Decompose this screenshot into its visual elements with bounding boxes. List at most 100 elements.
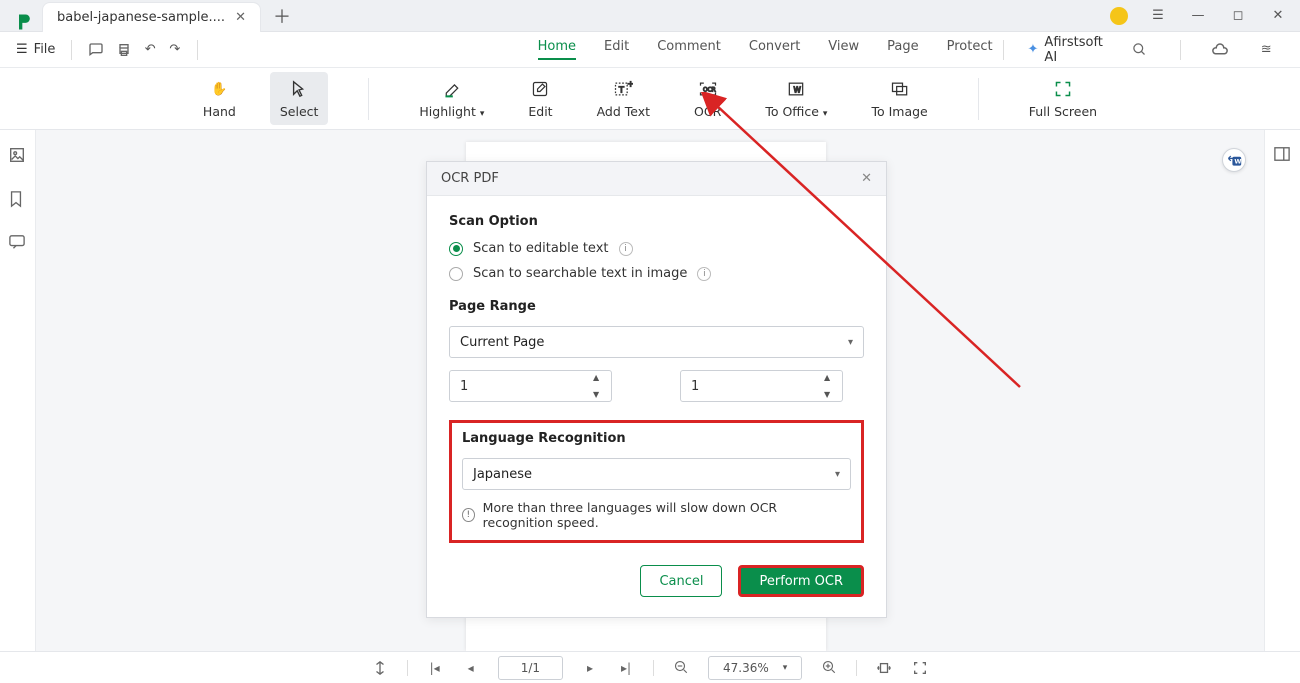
from-page-value: 1 [460, 379, 468, 394]
dialog-close-icon[interactable]: ✕ [861, 171, 872, 186]
radio-label: Scan to editable text [473, 241, 609, 256]
to-page-spinner[interactable]: 1 ▲ ▼ [680, 370, 843, 402]
bookmark-icon[interactable] [8, 190, 28, 210]
ai-label: Afirstsoft AI [1044, 35, 1110, 65]
hamburger-icon[interactable]: ☰ [1148, 6, 1168, 26]
ocr-tool[interactable]: OCR OCR [684, 72, 731, 125]
chevron-down-icon: ▾ [848, 337, 853, 348]
highlight-label: Highlight ▾ [419, 104, 484, 119]
warning-icon: ! [462, 508, 475, 522]
search-icon[interactable] [1130, 39, 1150, 61]
edit-label: Edit [528, 104, 552, 119]
radio-editable-text[interactable]: Scan to editable text i [449, 241, 864, 256]
step-down-icon[interactable]: ▼ [824, 390, 838, 399]
file-menu[interactable]: ☰ File [10, 38, 61, 61]
to-image-tool[interactable]: To Image [861, 72, 937, 125]
svg-text:T: T [618, 84, 625, 94]
svg-text:OCR: OCR [703, 88, 716, 94]
new-tab-button[interactable]: ＋ [273, 3, 291, 29]
to-page-value: 1 [691, 379, 699, 394]
title-bar: babel-japanese-sample.... ✕ ＋ ☰ — ◻ ✕ [0, 0, 1300, 32]
fit-width-icon[interactable] [875, 659, 893, 677]
comment-icon[interactable] [8, 234, 28, 254]
left-rail [0, 130, 36, 651]
step-up-icon[interactable]: ▲ [593, 373, 607, 382]
tab-comment[interactable]: Comment [657, 39, 721, 60]
tab-home[interactable]: Home [538, 39, 576, 60]
close-tab-icon[interactable]: ✕ [235, 10, 246, 25]
maximize-icon[interactable]: ◻ [1228, 6, 1248, 26]
tab-edit[interactable]: Edit [604, 39, 629, 60]
language-value: Japanese [473, 467, 532, 482]
primary-label: Perform OCR [759, 574, 843, 589]
select-label: Select [280, 104, 319, 119]
panel-icon[interactable] [1273, 146, 1293, 166]
separator [856, 660, 857, 676]
menu-row: ☰ File ↶ ↷ Home Edit Comment Convert Vie… [0, 32, 1300, 68]
separator [978, 78, 979, 120]
radio-label: Scan to searchable text in image [473, 266, 687, 281]
separator [71, 40, 72, 60]
step-up-icon[interactable]: ▲ [824, 373, 838, 382]
perform-ocr-button[interactable]: Perform OCR [738, 565, 864, 597]
fit-page-icon[interactable] [911, 659, 929, 677]
chevron-down-icon: ▾ [823, 109, 828, 119]
info-icon[interactable]: i [619, 242, 633, 256]
expand-icon[interactable]: ≊ [1256, 39, 1276, 61]
highlighter-icon [443, 78, 461, 100]
zoom-field[interactable]: 47.36%▾ [708, 656, 802, 680]
chevron-down-icon: ▾ [835, 469, 840, 480]
undo-icon[interactable]: ↶ [144, 39, 157, 61]
print-icon[interactable] [116, 39, 132, 61]
cancel-button[interactable]: Cancel [640, 565, 722, 597]
fullscreen-icon [1054, 78, 1072, 100]
separator [197, 40, 198, 60]
info-icon[interactable]: i [697, 267, 711, 281]
prev-page-icon[interactable]: ◂ [462, 659, 480, 677]
dialog-title: OCR PDF [441, 171, 499, 186]
last-page-icon[interactable]: ▸| [617, 659, 635, 677]
zoom-out-icon[interactable] [672, 659, 690, 677]
save-icon[interactable] [88, 39, 104, 61]
first-page-icon[interactable]: |◂ [426, 659, 444, 677]
add-text-tool[interactable]: T+ Add Text [587, 72, 660, 125]
tab-protect[interactable]: Protect [947, 39, 993, 60]
tab-view[interactable]: View [828, 39, 859, 60]
chevron-down-icon: ▾ [783, 663, 788, 673]
zoom-in-icon[interactable] [820, 659, 838, 677]
language-warning: More than three languages will slow down… [483, 500, 851, 530]
word-export-badge[interactable]: W [1222, 148, 1246, 172]
page-number-field[interactable]: 1/1 [498, 656, 563, 680]
user-avatar-icon[interactable] [1110, 7, 1128, 25]
page-range-select[interactable]: Current Page ▾ [449, 326, 864, 358]
edit-tool[interactable]: Edit [518, 72, 562, 125]
scroll-mode-icon[interactable] [371, 659, 389, 677]
select-tool[interactable]: Select [270, 72, 329, 125]
minimize-icon[interactable]: — [1188, 6, 1208, 26]
language-select[interactable]: Japanese ▾ [462, 458, 851, 490]
ocr-label: OCR [694, 104, 721, 119]
ai-button[interactable]: ✦ Afirstsoft AI [1028, 35, 1111, 65]
tab-page[interactable]: Page [887, 39, 918, 60]
document-tab[interactable]: babel-japanese-sample.... ✕ [42, 2, 261, 32]
tab-convert[interactable]: Convert [749, 39, 800, 60]
thumbnail-icon[interactable] [8, 146, 28, 166]
hand-label: Hand [203, 104, 236, 119]
next-page-icon[interactable]: ▸ [581, 659, 599, 677]
page-range-value: Current Page [460, 335, 544, 350]
cancel-label: Cancel [659, 574, 703, 589]
to-office-tool[interactable]: W To Office ▾ [755, 72, 837, 125]
chevron-down-icon: ▾ [480, 109, 485, 119]
redo-icon[interactable]: ↷ [169, 39, 182, 61]
close-window-icon[interactable]: ✕ [1268, 6, 1288, 26]
highlight-tool[interactable]: Highlight ▾ [409, 72, 494, 125]
ocr-icon: OCR [698, 78, 718, 100]
radio-searchable-text[interactable]: Scan to searchable text in image i [449, 266, 864, 281]
from-page-spinner[interactable]: 1 ▲ ▼ [449, 370, 612, 402]
step-down-icon[interactable]: ▼ [593, 390, 607, 399]
hand-tool[interactable]: ✋ Hand [193, 72, 246, 125]
full-screen-tool[interactable]: Full Screen [1019, 72, 1107, 125]
svg-text:W: W [794, 85, 802, 94]
cloud-icon[interactable] [1211, 39, 1231, 61]
to-office-label: To Office ▾ [765, 104, 827, 119]
